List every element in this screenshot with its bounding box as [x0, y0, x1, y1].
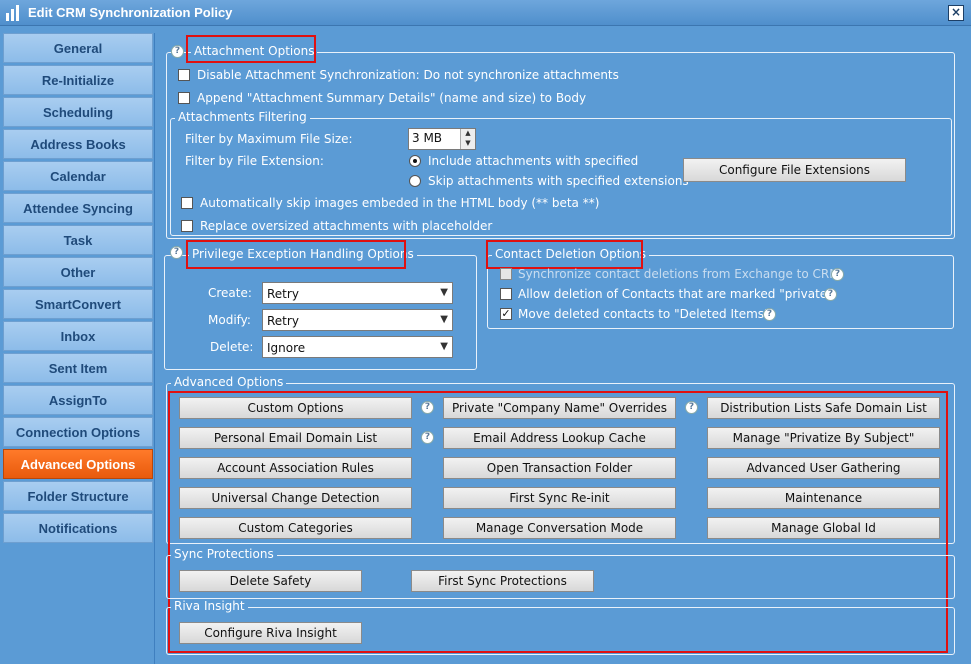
- sync-contact-deletions-checkbox[interactable]: [500, 268, 512, 280]
- spinner-buttons[interactable]: ▲ ▼: [460, 129, 475, 149]
- first-sync-reinit-button[interactable]: First Sync Re-init: [443, 487, 676, 509]
- private-company-name-overrides-button[interactable]: Private "Company Name" Overrides: [443, 397, 676, 419]
- sidebar-item-notifications[interactable]: Notifications: [3, 513, 153, 543]
- personal-email-domain-button[interactable]: Personal Email Domain List: [179, 427, 412, 449]
- include-attachments-radio[interactable]: [409, 155, 421, 167]
- help-icon[interactable]: ?: [831, 268, 844, 281]
- title-bar: Edit CRM Synchronization Policy ×: [0, 0, 971, 26]
- allow-private-deletion-label: Allow deletion of Contacts that are mark…: [518, 287, 833, 301]
- attachments-filtering-legend: Attachments Filtering: [175, 110, 310, 124]
- create-label: Create:: [208, 286, 252, 300]
- skip-attachments-radio[interactable]: [409, 175, 421, 187]
- delete-label: Delete:: [210, 340, 254, 354]
- advanced-user-gathering-button[interactable]: Advanced User Gathering: [707, 457, 940, 479]
- sidebar-item-connection-options[interactable]: Connection Options: [3, 417, 153, 447]
- sidebar-nav: General Re-Initialize Scheduling Address…: [3, 33, 153, 545]
- chevron-down-icon: ▼: [440, 341, 448, 352]
- modify-select-value: Retry: [267, 314, 299, 328]
- skip-images-checkbox[interactable]: [181, 197, 193, 209]
- include-attachments-label: Include attachments with specified: [428, 154, 639, 168]
- modify-label: Modify:: [208, 313, 251, 327]
- distribution-lists-button[interactable]: Distribution Lists Safe Domain List: [707, 397, 940, 419]
- first-sync-protections-button[interactable]: First Sync Protections: [411, 570, 594, 592]
- app-icon: [6, 5, 20, 21]
- move-deleted-contacts-checkbox[interactable]: ✓: [500, 308, 512, 320]
- delete-select-value: Ignore: [267, 341, 306, 355]
- universal-change-detection-button[interactable]: Universal Change Detection: [179, 487, 412, 509]
- help-icon[interactable]: ?: [421, 431, 434, 444]
- highlight-attachment-options: [186, 35, 316, 63]
- chevron-down-icon: ▼: [440, 287, 448, 298]
- help-icon[interactable]: ?: [824, 288, 837, 301]
- file-extension-label: Filter by File Extension:: [185, 154, 324, 168]
- sidebar-item-smartconvert[interactable]: SmartConvert: [3, 289, 153, 319]
- create-select-value: Retry: [267, 287, 299, 301]
- delete-safety-button[interactable]: Delete Safety: [179, 570, 362, 592]
- open-transaction-folder-button[interactable]: Open Transaction Folder: [443, 457, 676, 479]
- maintenance-button[interactable]: Maintenance: [707, 487, 940, 509]
- sidebar-item-calendar[interactable]: Calendar: [3, 161, 153, 191]
- close-icon[interactable]: ×: [948, 5, 964, 21]
- delete-select[interactable]: Ignore ▼: [262, 336, 453, 358]
- replace-oversized-checkbox[interactable]: [181, 220, 193, 232]
- disable-attachment-sync-label: Disable Attachment Synchronization: Do n…: [197, 68, 619, 82]
- replace-oversized-label: Replace oversized attachments with place…: [200, 219, 493, 233]
- sidebar-item-attendee-syncing[interactable]: Attendee Syncing: [3, 193, 153, 223]
- sidebar-item-re-initialize[interactable]: Re-Initialize: [3, 65, 153, 95]
- riva-insight-legend: Riva Insight: [171, 599, 248, 613]
- sidebar-item-advanced-options[interactable]: Advanced Options: [3, 449, 153, 479]
- max-file-size-value: 3 MB: [412, 131, 443, 145]
- account-association-rules-button[interactable]: Account Association Rules: [179, 457, 412, 479]
- sidebar-item-sent-item[interactable]: Sent Item: [3, 353, 153, 383]
- spin-down-icon[interactable]: ▼: [461, 139, 475, 149]
- configure-file-extensions-button[interactable]: Configure File Extensions: [683, 158, 906, 182]
- sidebar-item-address-books[interactable]: Address Books: [3, 129, 153, 159]
- highlight-contact-deletion: [486, 240, 643, 269]
- skip-images-label: Automatically skip images embeded in the…: [200, 196, 600, 210]
- sidebar-item-inbox[interactable]: Inbox: [3, 321, 153, 351]
- manage-conversation-mode-button[interactable]: Manage Conversation Mode: [443, 517, 676, 539]
- custom-options-button[interactable]: Custom Options: [179, 397, 412, 419]
- append-summary-label: Append "Attachment Summary Details" (nam…: [197, 91, 587, 105]
- sync-contact-deletions-label: Synchronize contact deletions from Excha…: [518, 267, 840, 281]
- allow-private-deletion-checkbox[interactable]: [500, 288, 512, 300]
- disable-attachment-sync-checkbox[interactable]: [178, 69, 190, 81]
- skip-attachments-label: Skip attachments with specified extensio…: [428, 174, 689, 188]
- sidebar-item-folder-structure[interactable]: Folder Structure: [3, 481, 153, 511]
- create-select[interactable]: Retry ▼: [262, 282, 453, 304]
- help-icon[interactable]: ?: [763, 308, 776, 321]
- sidebar-item-assignto[interactable]: AssignTo: [3, 385, 153, 415]
- modify-select[interactable]: Retry ▼: [262, 309, 453, 331]
- help-icon[interactable]: ?: [421, 401, 434, 414]
- help-icon[interactable]: ?: [171, 45, 184, 58]
- sidebar-item-other[interactable]: Other: [3, 257, 153, 287]
- privatize-by-subject-button[interactable]: Manage "Privatize By Subject": [707, 427, 940, 449]
- manage-global-id-button[interactable]: Manage Global Id: [707, 517, 940, 539]
- sidebar-item-scheduling[interactable]: Scheduling: [3, 97, 153, 127]
- configure-riva-insight-button[interactable]: Configure Riva Insight: [179, 622, 362, 644]
- help-icon[interactable]: ?: [170, 246, 183, 259]
- email-lookup-cache-button[interactable]: Email Address Lookup Cache: [443, 427, 676, 449]
- custom-categories-button[interactable]: Custom Categories: [179, 517, 412, 539]
- max-file-size-label: Filter by Maximum File Size:: [185, 132, 353, 146]
- append-summary-checkbox[interactable]: [178, 92, 190, 104]
- sidebar-item-task[interactable]: Task: [3, 225, 153, 255]
- move-deleted-contacts-label: Move deleted contacts to "Deleted Items": [518, 307, 770, 321]
- sync-protections-legend: Sync Protections: [171, 547, 277, 561]
- max-file-size-spinner[interactable]: 3 MB ▲ ▼: [408, 128, 476, 150]
- content-divider: [154, 33, 155, 664]
- spin-up-icon[interactable]: ▲: [461, 129, 475, 139]
- window-title: Edit CRM Synchronization Policy: [28, 5, 233, 20]
- chevron-down-icon: ▼: [440, 314, 448, 325]
- sidebar-item-general[interactable]: General: [3, 33, 153, 63]
- advanced-options-legend: Advanced Options: [171, 375, 287, 389]
- highlight-privilege-exception: [186, 240, 406, 269]
- help-icon[interactable]: ?: [685, 401, 698, 414]
